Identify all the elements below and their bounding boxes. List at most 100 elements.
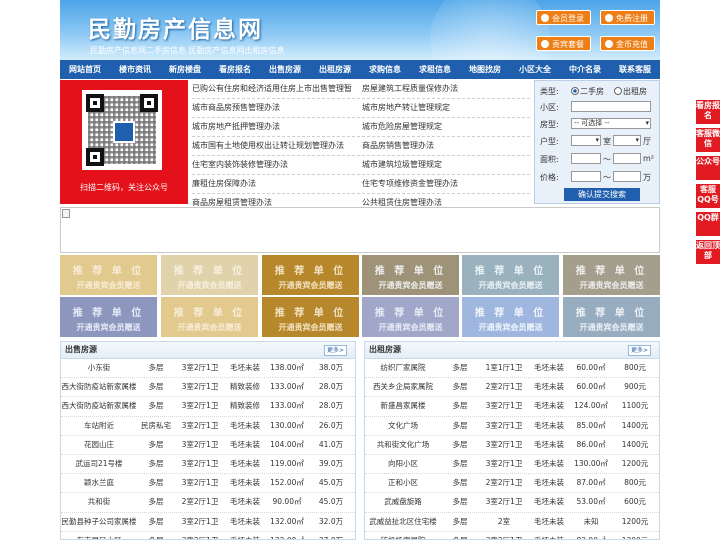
table-row[interactable]: 共和街文化广场 多层 3室2厅1卫 毛坯未装 86.00㎡ 1400元 (365, 436, 659, 455)
table-row[interactable]: 民勤县种子公司家属楼 多层 3室2厅1卫 毛坯未装 132.00㎡ 32.0万 (61, 513, 355, 532)
policy-link[interactable]: 城市建筑垃圾管理规定 (362, 156, 530, 175)
table-row[interactable]: 西大街防疫站新家属楼 多层 3室2厅1卫 精致装修 133.00㎡ 28.0万 (61, 397, 355, 417)
login-button[interactable]: 会员登录 (536, 10, 591, 25)
float-qq-group[interactable]: QQ群 (696, 212, 720, 236)
policy-link[interactable]: 城市商品房预售管理办法 (192, 99, 360, 118)
listing-community[interactable]: 纺织厂家属院 (365, 359, 441, 377)
table-row[interactable]: 东南居民小区多层3室2厅1卫毛坯未装122.00㎡37.0万 (61, 532, 355, 539)
nav-agents[interactable]: 中介名录 (560, 60, 610, 79)
housetype-select[interactable]: -- 可选择 -- (571, 118, 651, 129)
table-row[interactable]: 新盛昌家属楼 多层 3室2厅1卫 毛坯未装 124.00㎡ 1100元 (365, 397, 659, 417)
nav-for-rent[interactable]: 出租房源 (310, 60, 360, 79)
recommend-slot[interactable]: 推 荐 单 位开通贵宾会员赠送 (462, 255, 559, 295)
price-max-input[interactable] (613, 171, 641, 182)
recommend-slot[interactable]: 推 荐 单 位开通贵宾会员赠送 (262, 297, 359, 337)
table-row[interactable]: 武威盘旋路 多层 3室2厅1卫 毛坯未装 53.00㎡ 600元 (365, 493, 659, 513)
nav-for-sale[interactable]: 出售房源 (260, 60, 310, 79)
sale-more-link[interactable]: 更多> (323, 345, 347, 356)
policy-link[interactable]: 商品房销售管理办法 (362, 137, 530, 156)
nav-news[interactable]: 楼市资讯 (110, 60, 160, 79)
recommend-slot[interactable]: 推 荐 单 位开通贵宾会员赠送 (60, 255, 157, 295)
table-row[interactable]: 武威益扯北区住宅楼 多层 2室 毛坯未装 未知 1200元 (365, 513, 659, 532)
float-back-to-top[interactable]: 返回顶部 (696, 240, 720, 264)
table-row[interactable]: 颖水兰庭 多层 3室2厅1卫 毛坯未装 152.00㎡ 45.0万 (61, 474, 355, 494)
float-service-qq[interactable]: 客服QQ号 (696, 184, 720, 208)
table-row[interactable]: 西大街防疫站新家属楼 多层 3室2厅1卫 精致装修 133.00㎡ 28.0万 (61, 378, 355, 398)
room-select[interactable] (571, 135, 601, 146)
recommend-slot[interactable]: 推 荐 单 位开通贵宾会员赠送 (362, 297, 459, 337)
policy-link[interactable]: 房屋建筑工程质量保修办法 (362, 80, 530, 99)
float-service-wechat[interactable]: 客服微信 (696, 128, 720, 152)
listing-community[interactable]: 民勤县种子公司家属楼 (61, 513, 137, 531)
listing-community[interactable]: 向阳小区 (365, 455, 441, 473)
table-row[interactable]: 西关乡企局家属院 多层 2室2厅1卫 毛坯未装 60.00㎡ 900元 (365, 378, 659, 398)
listing-community[interactable]: 共和街文化广场 (365, 436, 441, 454)
recharge-button[interactable]: 金币充值 (600, 36, 655, 51)
recommend-slot[interactable]: 推 荐 单 位开通贵宾会员赠送 (563, 297, 660, 337)
listing-community[interactable]: 武威益扯北区住宅楼 (365, 513, 441, 531)
type-radio-sale[interactable]: 二手房 (571, 86, 604, 97)
listing-community[interactable]: 西大街防疫站新家属楼 (61, 378, 137, 396)
vip-package-button[interactable]: 责宾套餐 (536, 36, 591, 51)
recommend-slot[interactable]: 推 荐 单 位开通贵宾会员赠送 (60, 297, 157, 337)
listing-community[interactable]: 颖水兰庭 (61, 474, 137, 492)
recommend-slot[interactable]: 推 荐 单 位开通贵宾会员赠送 (262, 255, 359, 295)
listing-community[interactable]: 武运司21号楼 (61, 455, 137, 473)
policy-link[interactable]: 城市国有土地使用权出让转让规划管理办法 (192, 137, 360, 156)
policy-link[interactable]: 城市房地产抵押管理办法 (192, 118, 360, 137)
listing-community[interactable]: 矿机场家属院 (365, 532, 441, 539)
hall-select[interactable] (613, 135, 641, 146)
policy-link[interactable]: 城市危险房屋管理规定 (362, 118, 530, 137)
rent-more-link[interactable]: 更多> (627, 345, 651, 356)
area-min-input[interactable] (571, 153, 601, 164)
table-row[interactable]: 小东街 多层 3室2厅1卫 毛坯未装 138.00㎡ 38.0万 (61, 359, 355, 379)
listing-community[interactable]: 武威盘旋路 (365, 493, 441, 511)
search-submit-button[interactable]: 确认提交搜索 (564, 188, 640, 201)
nav-home[interactable]: 网站首页 (60, 60, 110, 79)
recommend-slot[interactable]: 推 荐 单 位开通贵宾会员赠送 (161, 255, 258, 295)
listing-community[interactable]: 花园山庄 (61, 436, 137, 454)
listing-community[interactable]: 正和小区 (365, 474, 441, 492)
listing-community[interactable]: 东南居民小区 (61, 532, 137, 539)
nav-want-rent[interactable]: 求租信息 (410, 60, 460, 79)
listing-community[interactable]: 文化广场 (365, 417, 441, 435)
nav-map-search[interactable]: 地图找房 (460, 60, 510, 79)
table-row[interactable]: 共和街 多层 2室2厅1卫 毛坯未装 90.00㎡ 45.0万 (61, 493, 355, 513)
price-min-input[interactable] (571, 171, 601, 182)
nav-want-buy[interactable]: 求购信息 (360, 60, 410, 79)
site-title[interactable]: 民勤房产信息网 (88, 10, 263, 44)
recommend-slot[interactable]: 推 荐 单 位开通贵宾会员赠送 (362, 255, 459, 295)
policy-link[interactable]: 已购公有住房和经济适用住房上市出售管理暂 (192, 80, 360, 99)
area-max-input[interactable] (613, 153, 641, 164)
policy-link[interactable]: 住宅专项维修资金管理办法 (362, 175, 530, 194)
table-row[interactable]: 花园山庄 多层 3室2厅1卫 毛坯未装 104.00㎡ 41.0万 (61, 436, 355, 455)
type-radio-rent[interactable]: 出租房 (614, 86, 647, 97)
listing-community[interactable]: 西关乡企局家属院 (365, 378, 441, 396)
table-row[interactable]: 车站附近 民房私宅 3室2厅1卫 毛坯未装 130.00㎡ 26.0万 (61, 417, 355, 436)
register-button[interactable]: 免费注册 (600, 10, 655, 25)
nav-contact[interactable]: 联系客服 (610, 60, 660, 79)
listing-community[interactable]: 车站附近 (61, 417, 137, 435)
recommend-slot[interactable]: 推 荐 单 位开通贵宾会员赠送 (563, 255, 660, 295)
listing-community[interactable]: 共和街 (61, 493, 137, 511)
nav-new-homes[interactable]: 新房楼盘 (160, 60, 210, 79)
table-row[interactable]: 正和小区 多层 2室2厅1卫 毛坯未装 87.00㎡ 800元 (365, 474, 659, 494)
ad-banner[interactable] (60, 207, 660, 253)
float-viewing-signup[interactable]: 看房报名 (696, 100, 720, 124)
nav-communities[interactable]: 小区大全 (510, 60, 560, 79)
community-input[interactable] (571, 101, 651, 112)
table-row[interactable]: 武运司21号楼 多层 3室2厅1卫 毛坯未装 119.00㎡ 39.0万 (61, 455, 355, 475)
listing-community[interactable]: 新盛昌家属楼 (365, 397, 441, 415)
policy-link[interactable]: 廉租住房保障办法 (192, 175, 360, 194)
table-row[interactable]: 纺织厂家属院 多层 1室1厅1卫 毛坯未装 60.00㎡ 800元 (365, 359, 659, 379)
table-row[interactable]: 向阳小区 多层 3室2厅1卫 毛坯未装 130.00㎡ 1200元 (365, 455, 659, 475)
policy-link[interactable]: 住宅室内装饰装修管理办法 (192, 156, 360, 175)
float-official-account[interactable]: 公众号 (696, 156, 720, 180)
table-row[interactable]: 文化广场 多层 3室2厅1卫 毛坯未装 85.00㎡ 1400元 (365, 417, 659, 436)
recommend-slot[interactable]: 推 荐 单 位开通贵宾会员赠送 (161, 297, 258, 337)
table-row[interactable]: 矿机场家属院多层3室2厅1卫毛坯未装82.00㎡1200元 (365, 532, 659, 539)
nav-viewing-signup[interactable]: 看房报名 (210, 60, 260, 79)
listing-community[interactable]: 西大街防疫站新家属楼 (61, 397, 137, 415)
policy-link[interactable]: 城市房地产转让管理规定 (362, 99, 530, 118)
recommend-slot[interactable]: 推 荐 单 位开通贵宾会员赠送 (462, 297, 559, 337)
